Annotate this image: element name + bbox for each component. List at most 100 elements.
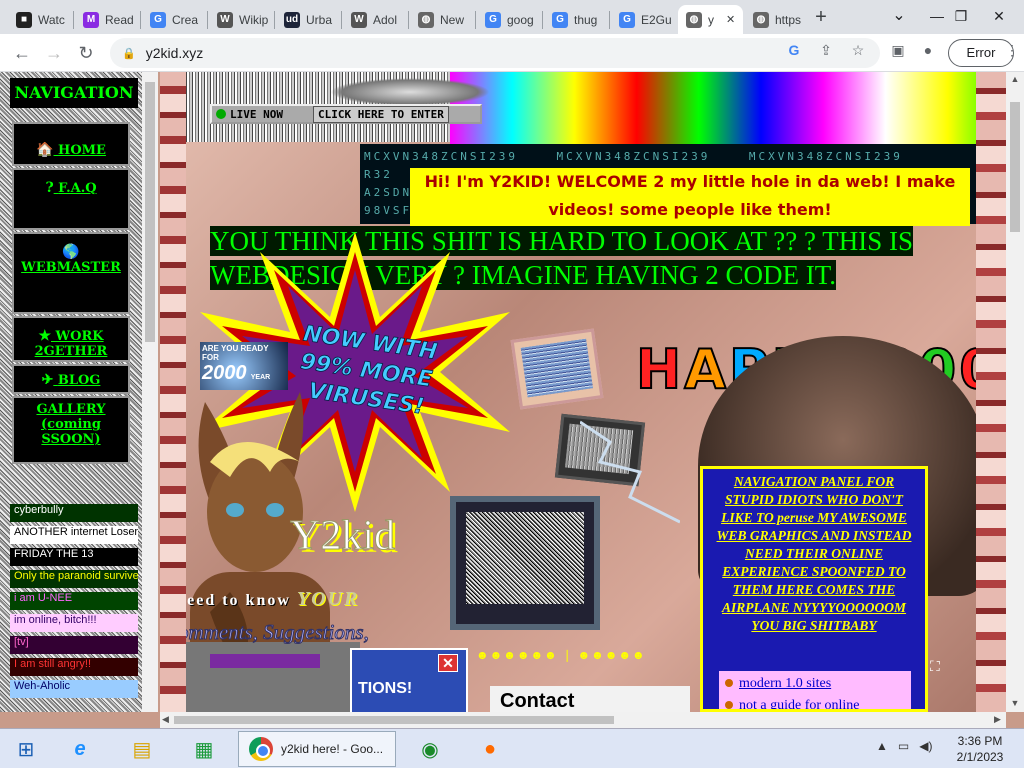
web-button-badge[interactable]: cyberbully	[10, 504, 138, 522]
nav-item-home[interactable]: 🏠 HOME	[12, 122, 130, 166]
tab-separator	[542, 11, 543, 29]
web-button-badge[interactable]: i am U-NEE	[10, 592, 138, 610]
share-icon[interactable]: ⇪	[814, 38, 838, 62]
nav-item-f-a-q[interactable]: ? F.A.Q	[12, 168, 130, 230]
scroll-up-icon[interactable]: ▲	[1006, 74, 1024, 84]
browser-tab[interactable]: ud Urba	[276, 5, 341, 34]
tab-separator	[274, 11, 275, 29]
nav-panel-link[interactable]: not a guide for online	[725, 695, 911, 709]
store-icon[interactable]: ▦	[184, 733, 224, 765]
lock-icon[interactable]: 🔒	[122, 47, 136, 60]
new-tab-button[interactable]: +	[810, 6, 832, 28]
tab-separator	[73, 11, 74, 29]
globe-icon: ◍	[686, 11, 702, 28]
web-button-badge[interactable]: im online, bitch!!!	[10, 614, 138, 632]
tab-title: Wikip	[239, 12, 269, 27]
dialog-close-icon[interactable]: ✕	[438, 654, 458, 672]
tab-separator	[408, 11, 409, 29]
scroll-down-icon[interactable]: ▼	[1006, 698, 1024, 708]
firefox-icon[interactable]: ●	[470, 733, 510, 765]
network-icon[interactable]: ▭	[898, 739, 909, 753]
browser-tab[interactable]: G E2Gu	[611, 5, 676, 34]
menu-kebab-icon[interactable]: ⋮	[1000, 38, 1024, 62]
google-lens-icon[interactable]: G	[782, 38, 806, 62]
fullscreen-icon[interactable]: ⛶	[930, 658, 940, 675]
scroll-right-icon[interactable]: ▶	[994, 714, 1001, 725]
left-frame-scrollbar[interactable]	[142, 72, 158, 712]
browser-tab[interactable]: W Adol	[343, 5, 408, 34]
nav-panel-link-label: modern 1.0 sites	[739, 676, 832, 691]
web-button-badge[interactable]: [tv]	[10, 636, 138, 654]
popup-dialog[interactable]: ✕ TIONS!	[350, 648, 468, 712]
back-arrow-icon[interactable]: ←	[10, 42, 34, 66]
horizontal-scrollbar[interactable]: ◀ ▶	[160, 712, 1006, 728]
browser-tab[interactable]: ■ Watc	[8, 5, 73, 34]
profile-avatar-icon[interactable]: ●	[916, 38, 940, 62]
nav-panel-link[interactable]: modern 1.0 sites	[725, 673, 911, 695]
download-manager-icon[interactable]: ◉	[410, 733, 450, 765]
system-clock[interactable]: 3:36 PM 2/1/2023	[950, 733, 1010, 765]
browser-tab[interactable]: ◍ New	[410, 5, 475, 34]
browser-tab[interactable]: ◍ y ✕	[678, 5, 743, 34]
tab-separator	[341, 11, 342, 29]
start-button-windows-icon[interactable]: ⊞	[6, 733, 46, 765]
tab-title: Crea	[172, 12, 199, 27]
reload-icon[interactable]: ↻	[74, 42, 98, 66]
nav-item-label: BLOG	[57, 373, 101, 388]
tab-close-icon[interactable]: ✕	[726, 13, 735, 26]
tab-title: Urba	[306, 12, 333, 27]
contact-link[interactable]: Contact	[490, 686, 690, 712]
nav-item-blog[interactable]: ✈ BLOG	[12, 364, 130, 394]
internet-explorer-icon[interactable]: e	[60, 733, 100, 765]
tab-separator	[609, 11, 610, 29]
navigation-heading: NAVIGATION	[10, 78, 138, 108]
ufo-image	[330, 78, 490, 106]
live-now-bar[interactable]: LIVE NOW CLICK HERE TO ENTER	[210, 104, 482, 124]
file-explorer-icon[interactable]: ▤	[122, 733, 162, 765]
forward-arrow-icon[interactable]: →	[42, 42, 66, 66]
browser-tab[interactable]: Gthug	[544, 5, 609, 34]
navigation-panel: NAVIGATION PANEL FOR STUPID IDIOTS WHO D…	[700, 466, 928, 712]
web-button-badge[interactable]: Weh-Aholic	[10, 680, 138, 698]
decorative-face-strip	[976, 72, 1006, 712]
tab-title: E2Gu	[641, 12, 672, 27]
taskbar-chrome-window[interactable]: y2kid here! - Goo...	[238, 731, 396, 767]
browser-tab[interactable]: W Wikip	[209, 5, 274, 34]
web-button-badge[interactable]: I am still angry!!	[10, 658, 138, 676]
scroll-left-icon[interactable]: ◀	[162, 714, 169, 725]
clock-time: 3:36 PM	[957, 734, 1003, 748]
nav-item-gallery-coming-ssoon[interactable]: GALLERY (coming SSOON)	[12, 396, 130, 464]
lightning-icon	[580, 420, 680, 524]
live-dot-icon	[216, 109, 226, 119]
volume-icon[interactable]: ◀)	[919, 739, 932, 753]
system-tray: ▲ ▭ ◀)	[876, 739, 932, 753]
browser-tab[interactable]: Ggoog	[477, 5, 542, 34]
show-hidden-icons-icon[interactable]: ▲	[876, 739, 888, 753]
scroll-thumb[interactable]	[1010, 102, 1020, 232]
browser-tab[interactable]: G Crea	[142, 5, 207, 34]
nav-item-work-2gether[interactable]: ★ WORK 2GETHER	[12, 316, 130, 362]
decorative-face-strip	[160, 72, 186, 712]
tab-strip: ■ Watc M Read G Crea W Wikip ud Urba W Adol ◍ New Ggoo…	[0, 0, 1024, 34]
year-2000-label: YEAR	[250, 374, 271, 381]
scroll-thumb[interactable]	[174, 716, 614, 724]
web-button-badge[interactable]: FRIDAY THE 13	[10, 548, 138, 566]
nav-item-webmaster[interactable]: 🌎 WEBMASTER	[12, 232, 130, 314]
tab-separator	[140, 11, 141, 29]
nav-item-label: WEBMASTER	[21, 260, 121, 275]
close-window-button[interactable]: ✕	[976, 0, 1022, 34]
click-here-to-enter-button[interactable]: CLICK HERE TO ENTER	[312, 105, 449, 123]
side-panel-icon[interactable]: ▣	[886, 38, 910, 62]
vertical-scrollbar[interactable]: ▲ ▼	[1006, 72, 1024, 712]
browser-tab[interactable]: M Read	[75, 5, 140, 34]
urban-dictionary-icon: ud	[284, 11, 300, 28]
web-button-badge[interactable]: Only the paranoid survive	[10, 570, 138, 588]
year-2000-number: 2000	[202, 362, 247, 384]
browser-tab[interactable]: ◍ https	[745, 5, 810, 34]
address-bar[interactable]: 🔒 y2kid.xyz	[110, 38, 880, 68]
bookmark-star-icon[interactable]: ☆	[846, 38, 870, 62]
web-button-badge[interactable]: ANOTHER internet Loser	[10, 526, 138, 544]
wikipedia-icon: W	[351, 11, 367, 28]
nav-decoration-icon: 🌎	[62, 244, 80, 260]
dialog-text: TIONS!	[358, 680, 413, 697]
